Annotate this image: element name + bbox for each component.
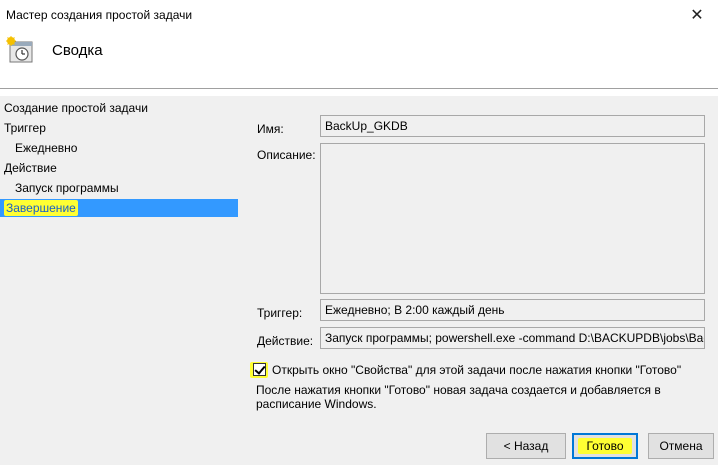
step-label: Завершение <box>4 200 78 216</box>
name-field: BackUp_GKDB <box>320 115 705 137</box>
open-properties-checkbox[interactable] <box>253 363 266 376</box>
description-label: Описание: <box>257 148 316 162</box>
steps-pane: Создание простой задачи Триггер Ежедневн… <box>0 96 240 465</box>
cancel-button[interactable]: Отмена <box>648 433 714 459</box>
finish-note: После нажатия кнопки "Готово" новая зада… <box>256 383 661 411</box>
step-action: Действие <box>0 159 238 177</box>
step-daily: Ежедневно <box>0 139 238 157</box>
close-icon[interactable]: ✕ <box>682 2 712 28</box>
step-label: Триггер <box>4 121 46 135</box>
header-divider-highlight <box>0 89 718 90</box>
step-start-program: Запуск программы <box>0 179 238 197</box>
name-label: Имя: <box>257 122 284 136</box>
open-properties-label[interactable]: Открыть окно "Свойства" для этой задачи … <box>272 363 681 377</box>
open-properties-checkbox-wrap[interactable] <box>250 362 268 378</box>
step-label: Действие <box>4 161 57 175</box>
window-title: Мастер создания простой задачи <box>6 8 193 22</box>
step-create-task: Создание простой задачи <box>0 99 238 117</box>
step-label: Создание простой задачи <box>4 101 148 115</box>
trigger-label: Триггер: <box>257 306 303 320</box>
step-label: Ежедневно <box>15 141 78 155</box>
description-field <box>320 143 705 294</box>
wizard-header: Сводка <box>0 30 718 88</box>
finish-button[interactable]: Готово <box>572 433 638 459</box>
title-bar: Мастер создания простой задачи ✕ <box>0 0 718 30</box>
page-title: Сводка <box>52 42 103 59</box>
finish-button-label: Готово <box>578 438 632 454</box>
action-label: Действие: <box>257 334 314 348</box>
action-field: Запуск программы; powershell.exe -comman… <box>320 327 705 349</box>
step-label: Запуск программы <box>15 181 119 195</box>
task-scheduler-clock-icon <box>6 36 33 63</box>
back-button[interactable]: < Назад <box>486 433 566 459</box>
trigger-field: Ежедневно; В 2:00 каждый день <box>320 299 705 321</box>
step-trigger: Триггер <box>0 119 238 137</box>
step-finish: Завершение <box>0 199 238 217</box>
